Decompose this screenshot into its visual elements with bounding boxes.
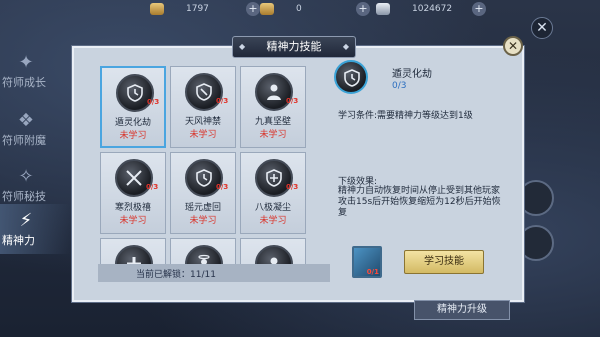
currency-bar: 1797 + 0 + 1024672 + xyxy=(140,0,560,18)
skill-status: 未学习 xyxy=(259,130,287,140)
skill-book-icon[interactable]: 0/1 xyxy=(352,246,382,278)
halo-figure-icon xyxy=(185,245,223,266)
skill-status: 未学习 xyxy=(119,131,147,141)
add-currency-button[interactable]: + xyxy=(356,2,370,16)
skill-cell-5[interactable]: 0/3 瑶元虚回 未学习 xyxy=(170,152,236,234)
gold-ingot-icon xyxy=(260,3,274,15)
currency-value: 1024672 xyxy=(412,4,453,14)
panel-title: 精神力技能 xyxy=(232,36,356,58)
currency-silver: 1024672 + xyxy=(376,2,486,16)
enchant-icon: ❖ xyxy=(17,110,35,131)
nav-item-growth[interactable]: ✦ 符师成长 xyxy=(0,52,64,92)
skill-name: 遁灵化劫 xyxy=(114,118,151,128)
unlock-progress-bar: 当前已解锁：11/11 xyxy=(98,264,330,282)
skill-name: 天风神禁 xyxy=(184,117,221,127)
cross-icon xyxy=(115,245,153,266)
currency-gold-1: 1797 + xyxy=(150,2,260,16)
learn-condition: 学习条件:需要精神力等级达到1级 xyxy=(338,111,473,121)
skill-cell-9[interactable] xyxy=(240,238,306,266)
skill-name: 九真坚壁 xyxy=(254,117,291,127)
nav-item-label: 符师成长 xyxy=(2,76,46,89)
selected-skill-progress: 0/3 xyxy=(392,81,407,91)
shield-icon xyxy=(185,73,223,111)
skill-cell-2[interactable]: 0/3 天风神禁 未学习 xyxy=(170,66,236,148)
nav-item-spirit[interactable]: ⚡ 精神力 xyxy=(0,210,64,250)
unlock-count: 当前已解锁：11/11 xyxy=(136,270,216,280)
skill-level: 0/3 xyxy=(286,97,299,105)
figure-icon xyxy=(255,245,293,266)
skill-status: 未学习 xyxy=(189,130,217,140)
close-window-button[interactable]: ✕ xyxy=(531,17,553,39)
skill-name: 八极凝尘 xyxy=(254,203,291,213)
spirit-upgrade-tab[interactable]: 精神力升级 xyxy=(414,300,510,320)
learn-skill-button[interactable]: 学习技能 xyxy=(404,250,484,274)
selected-skill-name: 遁灵化劫 xyxy=(392,69,432,80)
skill-cell-4[interactable]: 0/3 寒烈极禧 未学习 xyxy=(100,152,166,234)
gold-ingot-icon xyxy=(150,3,164,15)
nav-item-secret-skill[interactable]: ✧ 符师秘技 xyxy=(0,166,64,206)
skill-status: 未学习 xyxy=(189,216,217,226)
secret-skill-icon: ✧ xyxy=(18,166,34,187)
book-count: 0/1 xyxy=(366,268,379,276)
growth-icon: ✦ xyxy=(18,52,34,73)
add-currency-button[interactable]: + xyxy=(472,2,486,16)
currency-value: 0 xyxy=(296,4,302,14)
nav-item-enchant[interactable]: ❖ 符师附魔 xyxy=(0,110,64,150)
clock-shield-icon xyxy=(185,159,223,197)
nav-item-label: 符师附魔 xyxy=(2,134,46,147)
skill-cell-7[interactable] xyxy=(100,238,166,266)
skill-cell-3[interactable]: 0/3 九真坚壁 未学习 xyxy=(240,66,306,148)
guardian-icon xyxy=(255,73,293,111)
silver-coin-icon xyxy=(376,3,390,15)
skill-name: 瑶元虚回 xyxy=(184,203,221,213)
skill-cell-1[interactable]: 0/3 遁灵化劫 未学习 xyxy=(100,66,166,148)
add-currency-button[interactable]: + xyxy=(246,2,260,16)
close-panel-button[interactable]: ✕ xyxy=(503,36,523,56)
nav-item-label: 符师秘技 xyxy=(2,190,46,203)
skill-name: 寒烈极禧 xyxy=(114,203,151,213)
clock-shield-icon xyxy=(116,74,154,112)
skill-level: 0/3 xyxy=(146,183,159,191)
skill-grid: 0/3 遁灵化劫 未学习 0/3 天风神禁 未学习 0/3 九真坚壁 未学习 0… xyxy=(98,66,330,266)
skill-level: 0/3 xyxy=(286,183,299,191)
skill-status: 未学习 xyxy=(119,216,147,226)
plus-shield-icon xyxy=(255,159,293,197)
skill-level: 0/3 xyxy=(216,183,229,191)
selected-skill-icon xyxy=(334,60,368,94)
next-effect-text: 精神力自动恢复时间从停止受到其他玩家攻击15s后开始恢复缩短为12秒后开始恢复 xyxy=(338,186,501,218)
currency-gold-2: 0 + xyxy=(260,2,370,16)
skill-level: 0/3 xyxy=(216,97,229,105)
skill-status: 未学习 xyxy=(259,216,287,226)
currency-value: 1797 xyxy=(186,4,209,14)
nav-item-label: 精神力 xyxy=(2,234,35,247)
spirit-icon: ⚡ xyxy=(19,210,33,231)
skill-cell-6[interactable]: 0/3 八极凝尘 未学习 xyxy=(240,152,306,234)
skill-level: 0/3 xyxy=(147,98,160,106)
crossed-swords-icon xyxy=(115,159,153,197)
skill-cell-8[interactable] xyxy=(170,238,236,266)
